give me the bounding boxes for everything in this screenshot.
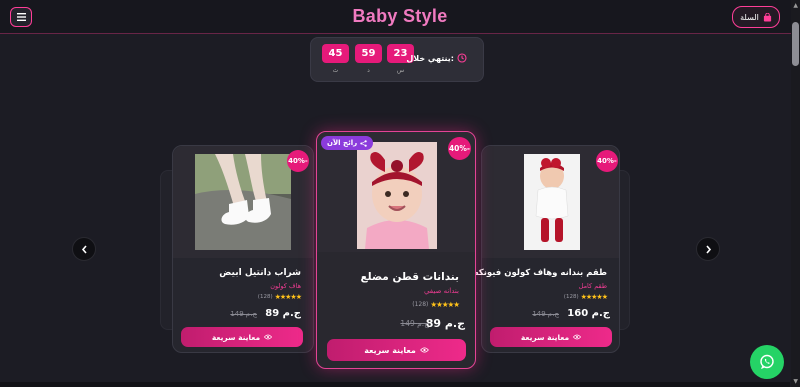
share-icon bbox=[360, 139, 367, 147]
cart-label: السلة bbox=[740, 12, 759, 22]
whatsapp-icon bbox=[760, 354, 774, 369]
countdown-timer: 45 ث 59 د 23 س ينتهي خلال: bbox=[310, 37, 484, 82]
review-count: (128) bbox=[412, 301, 429, 308]
product-old-price: 149 ج.م bbox=[230, 310, 257, 318]
minutes-box: 59 bbox=[355, 44, 382, 63]
product-image-area: رائج الآن 40%- bbox=[317, 132, 475, 252]
quick-view-label: معاينة سريعة bbox=[364, 345, 416, 355]
baby-bandana-photo-icon bbox=[357, 142, 437, 249]
whatsapp-button[interactable] bbox=[750, 345, 784, 379]
socks-photo-icon bbox=[195, 154, 291, 250]
bottom-edge bbox=[0, 382, 790, 387]
discount-badge: 40%- bbox=[287, 150, 309, 172]
star-rating-icon: ★★★★★ bbox=[430, 300, 460, 309]
product-price: 89 ج.م bbox=[265, 308, 301, 319]
product-name[interactable]: بندانات قطن مضلع bbox=[361, 271, 460, 283]
trending-label: رائج الآن bbox=[327, 139, 358, 147]
eye-icon bbox=[419, 347, 429, 353]
product-rating: ★★★★★ (128) bbox=[412, 300, 460, 309]
quick-view-button[interactable]: معاينة سريعة bbox=[490, 327, 612, 347]
seconds-unit: ث bbox=[332, 67, 339, 74]
cart-button[interactable]: السلة bbox=[732, 6, 780, 28]
product-category: هاف كولون bbox=[270, 282, 301, 290]
eye-icon bbox=[264, 334, 273, 340]
clock-icon bbox=[457, 53, 467, 63]
product-image-bandana[interactable] bbox=[357, 142, 437, 249]
countdown-label-text: ينتهي خلال: bbox=[406, 53, 454, 63]
scroll-up-arrow-icon[interactable]: ▲ bbox=[793, 2, 798, 9]
shopping-bag-icon bbox=[763, 12, 771, 22]
review-count: (128) bbox=[257, 294, 273, 300]
product-price: 160 ج.م bbox=[567, 308, 610, 319]
product-card-center[interactable]: رائج الآن 40%- بندانات قطن مضلع بندانه ص… bbox=[316, 131, 476, 369]
discount-badge: 40%- bbox=[448, 137, 471, 160]
product-card-left[interactable]: 40%- شراب دانتيل ابيض هاف كولون ★★★★★ (1… bbox=[172, 145, 314, 353]
star-rating-icon: ★★★★★ bbox=[274, 293, 302, 301]
eye-icon bbox=[573, 334, 582, 340]
quick-view-label: معاينة سريعة bbox=[520, 332, 570, 342]
chevron-right-icon bbox=[705, 244, 711, 254]
quick-view-button[interactable]: معاينة سريعة bbox=[327, 339, 466, 361]
seconds-value: 45 bbox=[328, 48, 343, 59]
minutes-unit: د bbox=[367, 67, 370, 74]
review-count: (128) bbox=[563, 294, 579, 300]
product-name[interactable]: شراب دانتيل ابيض bbox=[219, 268, 301, 278]
product-category: طقم كامل bbox=[578, 282, 607, 290]
carousel-next-button[interactable] bbox=[696, 237, 720, 261]
seconds-box: 45 bbox=[322, 44, 349, 63]
hours-unit: س bbox=[396, 67, 405, 74]
site-title[interactable]: Baby Style bbox=[0, 6, 800, 27]
product-rating: ★★★★★ (128) bbox=[257, 293, 302, 301]
star-rating-icon: ★★★★★ bbox=[580, 293, 608, 301]
countdown-label: ينتهي خلال: bbox=[406, 53, 467, 63]
quick-view-button[interactable]: معاينة سريعة bbox=[181, 327, 303, 347]
product-category: بندانه صيفي bbox=[423, 287, 459, 295]
product-name[interactable]: طقم بندانه وهاف كولون فيونكه bbox=[474, 268, 607, 278]
minutes-value: 59 bbox=[361, 48, 376, 59]
baby-set-photo-icon bbox=[524, 154, 580, 250]
scroll-thumb[interactable] bbox=[792, 22, 799, 66]
header: Baby Style السلة bbox=[0, 0, 800, 34]
product-card-right[interactable]: 40%- طقم بندانه وهاف كولون فيونكه طقم كا… bbox=[474, 145, 620, 353]
trending-badge: رائج الآن bbox=[321, 136, 374, 150]
product-old-price: 149 ج.م bbox=[532, 310, 559, 318]
discount-badge: 40%- bbox=[596, 150, 618, 172]
scroll-down-arrow-icon[interactable]: ▼ bbox=[793, 378, 798, 385]
chevron-left-icon bbox=[81, 244, 87, 254]
product-image-socks[interactable] bbox=[195, 154, 291, 250]
product-image-area: 40%- bbox=[482, 146, 619, 258]
product-old-price: 149 ج.م bbox=[400, 319, 429, 328]
product-rating: ★★★★★ (128) bbox=[563, 293, 608, 301]
product-image-headband-set[interactable] bbox=[524, 154, 580, 250]
product-price: 89 ج.م bbox=[425, 317, 465, 330]
product-image-area: 40%- bbox=[173, 146, 313, 258]
page-scrollbar[interactable]: ▲ ▼ bbox=[791, 0, 800, 387]
carousel-prev-button[interactable] bbox=[72, 237, 96, 261]
quick-view-label: معاينة سريعة bbox=[211, 332, 261, 342]
